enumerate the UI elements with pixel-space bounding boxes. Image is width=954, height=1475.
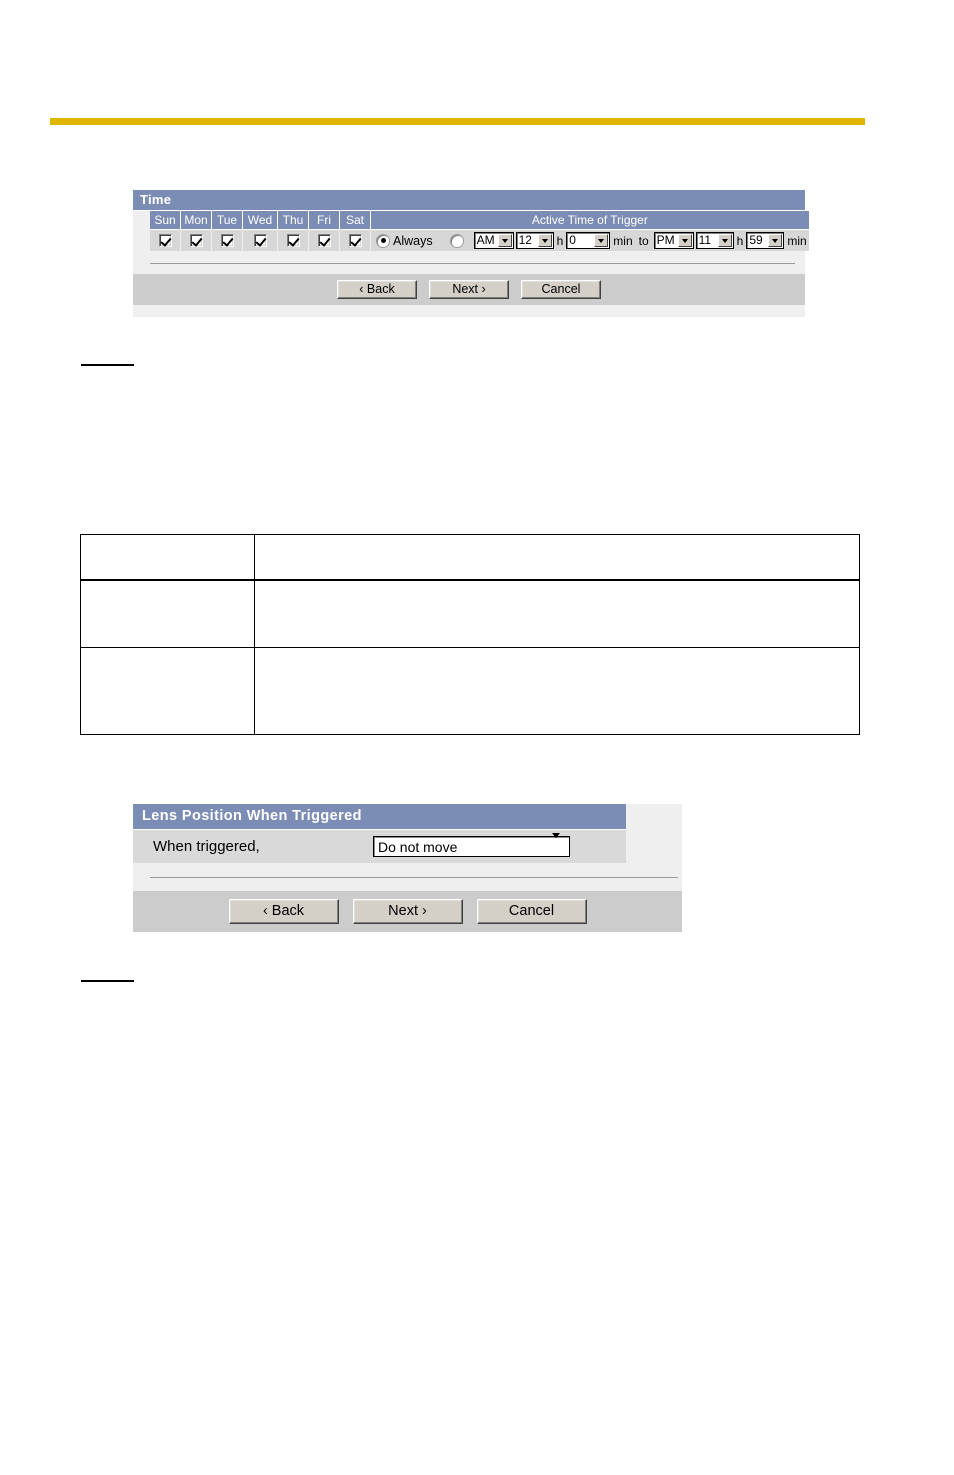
lens-when-triggered-label: When triggered, <box>153 838 260 855</box>
start-hour-select[interactable]: 12 <box>515 232 554 249</box>
checkbox-tue[interactable] <box>220 234 234 247</box>
start-minute-unit: min <box>613 233 633 248</box>
active-time-header: Active Time of Trigger <box>371 211 809 230</box>
active-time-column: Active Time of Trigger Always AM 12 h 0 <box>371 211 809 251</box>
day-cell-tue <box>212 230 243 251</box>
table-cell-label <box>80 579 255 648</box>
checkbox-mon[interactable] <box>189 234 203 247</box>
day-header-fri: Fri <box>309 211 340 230</box>
lens-panel-divider <box>133 863 682 891</box>
note-heading-rule-1 <box>81 364 134 366</box>
chevron-down-icon <box>768 234 783 247</box>
chevron-down-icon <box>594 234 609 247</box>
start-minute-select[interactable]: 0 <box>566 232 611 249</box>
chevron-down-icon <box>717 234 732 247</box>
day-column-tue: Tue <box>212 211 243 251</box>
end-meridiem-select[interactable]: PM <box>653 232 694 249</box>
day-column-sun: Sun <box>150 211 181 251</box>
time-back-button[interactable]: ‹ Back <box>337 280 417 299</box>
day-header-tue: Tue <box>212 211 243 230</box>
checkbox-sun[interactable] <box>158 234 172 247</box>
active-time-controls: Always AM 12 h 0 min to PM 11 h 59 min <box>371 230 809 251</box>
divider-line <box>150 263 795 264</box>
end-hour-unit: h <box>736 233 744 248</box>
end-minute-select[interactable]: 59 <box>746 232 785 249</box>
day-cell-mon <box>181 230 212 251</box>
checkbox-wed[interactable] <box>253 234 267 247</box>
note-heading-rule-2 <box>81 980 134 982</box>
lens-action-select[interactable]: Do not move <box>373 833 570 857</box>
radio-always-label: Always <box>393 233 433 248</box>
chevron-down-icon <box>497 234 512 247</box>
table-row <box>80 579 860 648</box>
lens-panel-title: Lens Position When Triggered <box>133 804 626 830</box>
lens-action-value: Do not move <box>378 838 458 855</box>
time-next-button[interactable]: Next › <box>429 280 509 299</box>
time-cancel-button[interactable]: Cancel <box>521 280 601 299</box>
table-cell-description <box>254 534 860 581</box>
day-column-sat: Sat <box>340 211 371 251</box>
end-minute-unit: min <box>787 233 807 248</box>
table-cell-label <box>80 534 255 581</box>
lens-next-button[interactable]: Next › <box>352 899 463 924</box>
start-meridiem-select[interactable]: AM <box>473 232 514 249</box>
range-to-label: to <box>638 233 649 248</box>
day-column-wed: Wed <box>243 211 278 251</box>
chevron-down-icon <box>552 833 569 855</box>
lens-position-panel: Lens Position When Triggered When trigge… <box>133 804 682 932</box>
checkbox-fri[interactable] <box>317 234 331 247</box>
day-column-mon: Mon <box>181 211 212 251</box>
time-panel-divider <box>133 251 805 274</box>
table-row <box>80 534 860 581</box>
time-panel: Time Sun Mon Tue Wed Thu Fri Sat Active … <box>133 190 809 317</box>
radio-time-range[interactable] <box>450 234 463 247</box>
radio-always[interactable] <box>377 234 389 247</box>
day-cell-fri <box>309 230 340 251</box>
day-header-mon: Mon <box>181 211 212 230</box>
end-hour-select[interactable]: 11 <box>695 232 734 249</box>
reference-table <box>80 534 860 735</box>
day-cell-sat <box>340 230 371 251</box>
chevron-down-icon <box>677 234 692 247</box>
day-header-wed: Wed <box>243 211 278 230</box>
time-panel-button-bar: ‹ Back Next › Cancel <box>133 274 805 305</box>
lens-back-button[interactable]: ‹ Back <box>228 899 339 924</box>
lens-panel-button-bar: ‹ Back Next › Cancel <box>133 891 682 932</box>
lens-when-triggered-row: When triggered, Do not move <box>133 830 626 863</box>
table-cell-label <box>80 647 255 735</box>
table-cell-description <box>254 579 860 648</box>
day-cell-thu <box>278 230 309 251</box>
lens-cancel-button[interactable]: Cancel <box>476 899 587 924</box>
checkbox-sat[interactable] <box>348 234 362 247</box>
time-panel-title: Time <box>133 190 805 211</box>
table-row <box>80 647 860 735</box>
checkbox-thu[interactable] <box>286 234 300 247</box>
day-column-fri: Fri <box>309 211 340 251</box>
time-weekday-grid: Sun Mon Tue Wed Thu Fri Sat Active Time … <box>133 211 809 251</box>
divider-line <box>150 877 678 878</box>
day-header-sun: Sun <box>150 211 181 230</box>
start-hour-unit: h <box>556 233 564 248</box>
header-gold-rule <box>50 118 865 125</box>
chevron-down-icon <box>537 234 552 247</box>
day-header-thu: Thu <box>278 211 309 230</box>
day-cell-sun <box>150 230 181 251</box>
day-cell-wed <box>243 230 278 251</box>
table-cell-description <box>254 647 860 735</box>
day-header-sat: Sat <box>340 211 371 230</box>
day-column-thu: Thu <box>278 211 309 251</box>
